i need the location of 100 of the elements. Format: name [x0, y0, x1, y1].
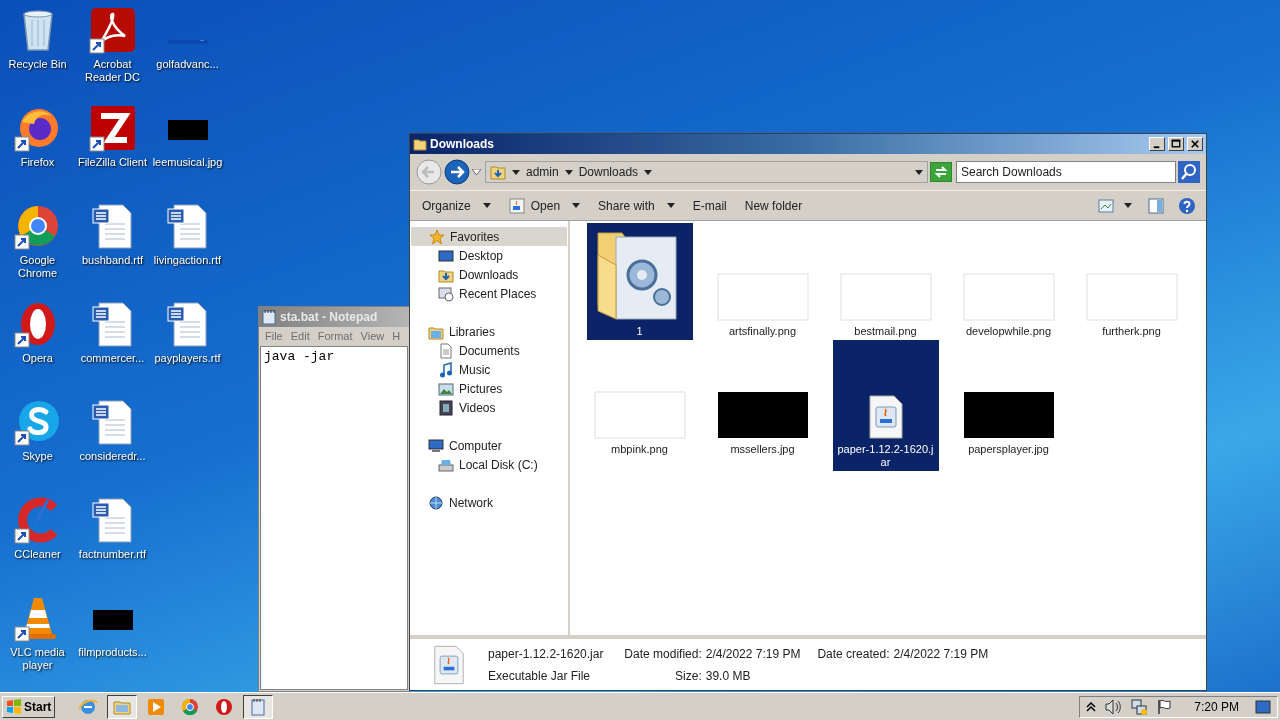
taskbar-button[interactable] [243, 694, 274, 719]
property-value: 2/4/2022 7:19 PM [893, 646, 989, 663]
toolbar-button[interactable]: Organize [414, 193, 499, 218]
start-button[interactable]: Start [2, 695, 56, 718]
icon-label[interactable]: Google Chrome [0, 254, 75, 280]
view-options-icon[interactable] [1098, 198, 1114, 213]
flag-icon[interactable] [1156, 698, 1173, 715]
skype-app-icon[interactable] [13, 398, 62, 446]
icon-label[interactable]: FileZilla Client [75, 156, 150, 169]
jar-file-icon [867, 395, 904, 439]
property-value: 39.0 MB [705, 668, 752, 685]
explorer-entry[interactable]: 1 [586, 223, 693, 340]
caret-icon [564, 169, 573, 175]
caret-icon [644, 169, 653, 175]
nav-item[interactable]: Downloads [410, 265, 568, 284]
chevron-up-icon[interactable] [1086, 701, 1097, 712]
computer-icon [428, 437, 444, 454]
icon-label[interactable]: commercer... [75, 352, 150, 365]
network-icon [428, 494, 444, 511]
opera-ring-icon [214, 696, 235, 717]
toolbar-button[interactable]: E-mail [684, 193, 735, 218]
icon-label[interactable]: golfadvanc... [150, 58, 225, 71]
icon-label[interactable]: filmproducts... [75, 646, 150, 659]
help-icon[interactable] [1178, 196, 1196, 215]
explorer-entry[interactable]: artsfinally.png [709, 223, 816, 340]
file-name: paper-1.12.2-1620.jar [488, 646, 604, 663]
zigzag-app-icon[interactable] [88, 104, 137, 152]
icon-label[interactable]: payplayers.rtf [150, 352, 225, 365]
icon-label[interactable]: Opera [0, 352, 75, 365]
nav-item[interactable]: Favorites [411, 227, 567, 246]
minimize-button[interactable] [1149, 137, 1165, 151]
window-title: sta.bat - Notepad [280, 309, 378, 326]
preview-pane-icon[interactable] [1148, 197, 1164, 214]
jar-file-icon [433, 645, 465, 685]
icon-label[interactable]: Skype [0, 450, 75, 463]
explorer-entry[interactable]: developwhile.png [955, 223, 1062, 340]
nav-item[interactable]: Pictures [410, 379, 568, 398]
videos-icon [438, 399, 454, 416]
coffee-cup-icon [508, 197, 525, 214]
recent-icon [438, 285, 454, 302]
explorer-entry[interactable]: mssellers.jpg [709, 340, 816, 471]
maximize-button[interactable] [1168, 137, 1184, 151]
nav-item[interactable]: Documents [410, 341, 568, 360]
chrome-app-icon [180, 696, 201, 717]
nav-item[interactable]: Computer [410, 436, 568, 455]
caret-icon [512, 169, 520, 175]
star-icon [429, 228, 445, 245]
clock[interactable]: 7:20 PM [1194, 697, 1239, 716]
icon-label[interactable]: Firefox [0, 156, 75, 169]
speaker-icon[interactable] [1104, 698, 1123, 715]
icon-label[interactable]: factnumber.rtf [75, 548, 150, 561]
nav-item[interactable]: Libraries [410, 322, 568, 341]
show-desktop-icon[interactable] [1255, 699, 1271, 714]
windows-logo-icon [6, 698, 22, 715]
caret-icon [666, 203, 675, 208]
toolbar-button[interactable]: New folder [736, 193, 811, 218]
nav-item[interactable]: Music [410, 360, 568, 379]
nav-item[interactable]: Local Disk (C:) [410, 455, 568, 474]
close-button[interactable] [1187, 137, 1203, 151]
play-icon [146, 696, 167, 717]
icon-label[interactable]: CCleaner [0, 548, 75, 561]
search-button[interactable] [1178, 161, 1200, 183]
icon-label[interactable]: consideredr... [75, 450, 150, 463]
property-label: Size: [674, 668, 702, 685]
breadcrumb-item[interactable]: Downloads [578, 163, 639, 181]
network-icon[interactable] [1130, 698, 1149, 715]
icon-label[interactable]: Acrobat Reader DC [75, 58, 150, 84]
toolbar-button[interactable]: Share with [590, 193, 683, 218]
icon-label[interactable]: Recycle Bin [0, 58, 75, 71]
icon-label[interactable]: leemusical.jpg [150, 156, 225, 169]
search-field[interactable]: Search Downloads [956, 161, 1176, 183]
breadcrumb-item[interactable]: admin [526, 163, 559, 181]
caret-icon [572, 203, 581, 208]
forward-button[interactable] [444, 159, 470, 185]
caret-icon [1124, 203, 1132, 208]
nav-item[interactable]: Videos [410, 398, 568, 417]
documents-icon [438, 342, 454, 359]
icon-label[interactable]: bushband.rtf [75, 254, 150, 267]
taskbar-button[interactable] [107, 694, 138, 719]
explorer-entry[interactable]: mbpink.png [586, 340, 693, 471]
menu-item[interactable]: View [356, 328, 389, 345]
menu-item[interactable]: H [388, 328, 405, 345]
nav-item[interactable]: Desktop [410, 246, 568, 265]
pdf-app-icon[interactable] [88, 6, 137, 54]
nav-item[interactable]: Recent Places [410, 284, 568, 303]
toolbar-button[interactable]: Open [500, 193, 589, 218]
refresh-button[interactable] [930, 162, 952, 182]
caret-icon [482, 203, 491, 208]
address-bar[interactable]: admin Downloads [485, 161, 928, 183]
text-area[interactable]: java -jar [260, 346, 408, 690]
explorer-entry[interactable]: furtherk.png [1078, 223, 1185, 340]
history-caret-icon[interactable] [472, 169, 481, 175]
window-title: Downloads [430, 136, 495, 153]
nav-item[interactable]: Network [410, 493, 568, 512]
icon-label[interactable]: VLC media player [0, 646, 75, 672]
explorer-entry[interactable]: paper-1.12.2-1620.jar [832, 340, 939, 471]
icon-label[interactable]: livingaction.rtf [150, 254, 225, 267]
folder-icon [413, 137, 427, 151]
explorer-entry[interactable]: bestmail.png [832, 223, 939, 340]
explorer-entry[interactable]: papersplayer.jpg [955, 340, 1062, 471]
